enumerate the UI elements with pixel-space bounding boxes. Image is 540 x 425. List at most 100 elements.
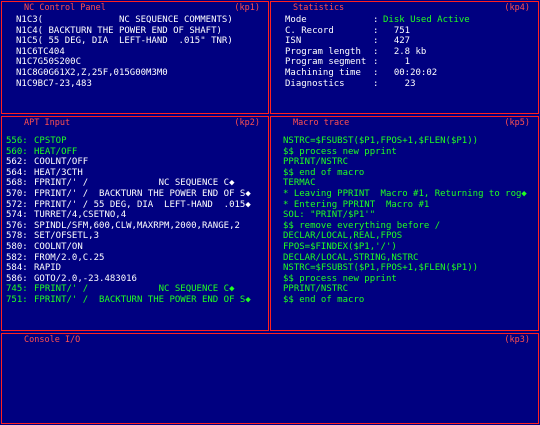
- stat-row: ISN: 427: [285, 36, 534, 47]
- apt-line-number: 580:: [6, 241, 28, 252]
- stat-value: 2.8 kb: [383, 46, 427, 57]
- macro-line: PPRINT/NSTRC: [283, 284, 349, 295]
- apt-line: 582: FROM/2.0,C.25: [6, 253, 264, 264]
- console-panel[interactable]: Console I/O (kp3): [1, 333, 539, 424]
- apt-line-number: 584:: [6, 263, 28, 274]
- apt-line-text: HEAT/OFF: [34, 146, 78, 157]
- macro-trace-panel: Macro trace (kp5) NSTRC=$FSUBST($P1,FPOS…: [270, 116, 539, 331]
- apt-line-text: FROM/2.0,C.25: [34, 252, 105, 263]
- stat-colon: :: [373, 78, 379, 89]
- apt-line-number: 578:: [6, 231, 28, 242]
- apt-line-text: TURRET/4,CSETNO,4: [34, 210, 127, 221]
- nc-line: N1C4( BACKTURN THE POWER END OF SHAFT): [16, 25, 222, 36]
- macro-line: DECLAR/LOCAL,STRING,NSTRC: [283, 252, 419, 263]
- apt-line: 560: HEAT/OFF: [6, 147, 264, 158]
- macro-line: $$ remove everything before /: [283, 220, 441, 231]
- stat-value: 1: [383, 57, 411, 68]
- apt-line: 568: FPRINT/' / NC SEQUENCE C◆: [6, 178, 264, 189]
- stat-colon: :: [373, 67, 379, 78]
- stat-row: Diagnostics: 23: [285, 79, 534, 90]
- apt-line-number: 556:: [6, 136, 28, 146]
- apt-line-text: COOLNT/OFF: [34, 157, 89, 168]
- nc-control-panel: NC Control Panel (kp1) N1C3( NC SEQUENCE…: [1, 1, 269, 114]
- apt-line-text: RAPID: [34, 263, 62, 274]
- apt-line-number: 751:: [6, 294, 28, 305]
- apt-line: 578: SET/OFSETL,3: [6, 231, 264, 242]
- stat-label: Program length: [285, 46, 361, 57]
- macro-line: $$ process new pprint: [283, 273, 397, 284]
- stat-label: ISN: [285, 36, 302, 47]
- stat-value: Disk Used Active: [383, 15, 470, 25]
- macro-line: * Entering PPRINT Macro #1: [283, 199, 430, 210]
- apt-line-number: 582:: [6, 252, 28, 263]
- stat-row: C. Record: 751: [285, 26, 534, 37]
- macro-trace-lines[interactable]: NSTRC=$FSUBST($P1,FPOS+1,$FLEN($P1)) $$ p…: [283, 136, 534, 306]
- stat-row: Mode: Disk Used Active: [285, 15, 534, 26]
- apt-line-number: 564:: [6, 167, 28, 178]
- apt-line: 574: TURRET/4,CSETNO,4: [6, 210, 264, 221]
- stat-row: Program length: 2.8 kb: [285, 47, 534, 58]
- macro-line: $$ process new pprint: [283, 146, 397, 157]
- apt-line-text: FPRINT/' / BACKTURN THE POWER END OF S◆: [34, 294, 251, 305]
- apt-line: 572: FPRINT/' / 55 DEG, DIA LEFT-HAND .01…: [6, 200, 264, 211]
- apt-line-text: FPRINT/' / NC SEQUENCE C◆: [34, 178, 235, 189]
- apt-line-number: 568:: [6, 178, 28, 189]
- apt-line-number: 560:: [6, 146, 28, 157]
- statistics-rows: Mode: Disk Used Active C. Record: 751 ISN: …: [285, 15, 534, 89]
- apt-input-panel-title: APT Input: [22, 118, 73, 128]
- statistics-panel-tag: (kp4): [504, 3, 530, 13]
- macro-line: NSTRC=$FSUBST($P1,FPOS+1,$FLEN($P1)): [283, 263, 479, 274]
- nc-line: N1C6TC404: [16, 46, 65, 57]
- apt-line-text: SET/OFSETL,3: [34, 231, 100, 242]
- apt-input-panel: APT Input (kp2) 556: CPSTOP 560: HEAT/OFF 56…: [1, 116, 269, 331]
- apt-line-number: 576:: [6, 220, 28, 231]
- nc-control-lines[interactable]: N1C3( NC SEQUENCE COMMENTS) N1C4( BACKTUR…: [16, 15, 264, 89]
- macro-line: DECLAR/LOCAL,REAL,FPOS: [283, 231, 403, 242]
- stat-label: Mode: [285, 15, 307, 25]
- stat-colon: :: [373, 25, 379, 36]
- apt-line-number: 586:: [6, 273, 28, 284]
- stat-value: 23: [383, 78, 416, 89]
- stat-colon: :: [373, 46, 379, 57]
- stat-value: 751: [383, 25, 411, 36]
- nc-line: N1C7G50S200C: [16, 57, 82, 68]
- stat-label: C. Record: [285, 25, 334, 36]
- macro-line: TERMAC: [283, 178, 316, 189]
- apt-line: 584: RAPID: [6, 263, 264, 274]
- macro-line: $$ end of macro: [283, 167, 365, 178]
- apt-line-text: CPSTOP: [34, 136, 67, 146]
- apt-line: 751: FPRINT/' / BACKTURN THE POWER END OF…: [6, 295, 264, 306]
- apt-line-number: 562:: [6, 157, 28, 168]
- apt-line: 570: FPRINT/' / BACKTURN THE POWER END OF…: [6, 189, 264, 200]
- console-panel-title: Console I/O: [22, 335, 83, 345]
- stat-label: Program segment: [285, 57, 367, 68]
- statistics-panel: Statistics (kp4) Mode: Disk Used Active C.…: [270, 1, 539, 114]
- apt-line: 562: COOLNT/OFF: [6, 157, 264, 168]
- macro-line: $$ end of macro: [283, 294, 365, 305]
- apt-line: 576: SPINDL/SFM,600,CLW,MAXRPM,2000,RANGE…: [6, 221, 264, 232]
- apt-line-text: HEAT/3CTH: [34, 167, 83, 178]
- macro-line: FPOS=$FINDEX($P1,'/'): [283, 241, 397, 252]
- macro-line: SOL: "PRINT/$P1'": [283, 210, 376, 221]
- stat-value: 00:20:02: [383, 67, 438, 78]
- nc-control-panel-tag: (kp1): [234, 3, 260, 13]
- stat-row: Program segment: 1: [285, 57, 534, 68]
- apt-line-text: GOTO/2.0,-23.483016: [34, 273, 137, 284]
- macro-line: * Leaving PPRINT Macro #1, Returning to …: [283, 188, 527, 199]
- apt-line-text: FPRINT/' / BACKTURN THE POWER END OF S◆: [34, 188, 251, 199]
- stat-label: Machining time: [285, 67, 361, 78]
- nc-line: N1C8G0G61X2,Z,25F,015G00M3M0: [16, 67, 168, 78]
- apt-line-number: 745:: [6, 284, 28, 295]
- macro-line: PPRINT/NSTRC: [283, 157, 349, 168]
- apt-line-number: 574:: [6, 210, 28, 221]
- apt-line: 745: FPRINT/' / NC SEQUENCE C◆: [6, 284, 264, 295]
- nc-line: N1C3( NC SEQUENCE COMMENTS): [16, 15, 233, 25]
- apt-line: 556: CPSTOP: [6, 136, 264, 147]
- macro-trace-panel-title: Macro trace: [291, 118, 352, 128]
- stat-value: 427: [383, 36, 411, 47]
- stat-label: Diagnostics: [285, 78, 345, 89]
- apt-line-text: FPRINT/' / 55 DEG, DIA LEFT-HAND .015◆: [34, 199, 251, 210]
- macro-trace-panel-tag: (kp5): [504, 118, 530, 128]
- apt-input-lines[interactable]: 556: CPSTOP 560: HEAT/OFF 562: COOLNT/OFF 564:…: [6, 136, 264, 306]
- apt-line-number: 572:: [6, 199, 28, 210]
